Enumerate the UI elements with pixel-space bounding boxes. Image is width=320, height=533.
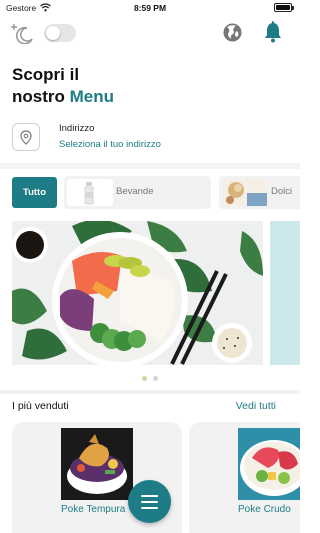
section-divider [0,163,300,169]
category-label: Bevande [116,186,154,197]
moon-icon[interactable] [10,22,36,44]
product-image [61,428,133,500]
battery-icon [274,3,294,12]
select-address-link[interactable]: Seleziona il tuo indirizzo [59,139,161,150]
carousel-dot[interactable] [153,376,158,381]
hamburger-icon [141,495,158,497]
promo-banner-next[interactable] [270,221,300,365]
title-line-2: nostro Menu [12,86,114,108]
poke-bowl-banner-image [12,221,263,365]
product-name: Poke Tempura [61,504,126,515]
title-line-1: Scopri il [12,65,80,84]
carousel-pagination [0,376,300,382]
promo-banner[interactable] [12,221,263,365]
theme-toggle[interactable] [44,24,76,42]
location-pin-icon [20,129,32,145]
bottle-icon [67,179,113,206]
carousel-dot[interactable] [142,376,147,381]
menu-fab-button[interactable] [128,480,171,523]
address-label: Indirizzo [59,123,95,134]
page-title: Scopri il nostro Menu [12,64,114,108]
product-card[interactable]: Poke Crudo [189,422,300,533]
clock: 8:59 PM [133,3,167,13]
category-chip-all[interactable]: Tutto [12,177,57,208]
bestsellers-title: I più venduti [12,400,69,412]
category-chip-drinks[interactable]: Bevande [64,176,211,209]
toggle-knob [46,26,60,40]
hamburger-icon-line [141,501,158,503]
product-name: Poke Crudo [238,504,291,515]
hamburger-icon-line [141,507,158,509]
dessert-icon [222,179,268,206]
status-bar: Gestore 8:59 PM [0,0,300,16]
address-pin-button[interactable] [12,123,40,151]
app-screen: Gestore 8:59 PM Scopri il nostro Menu In… [0,0,300,533]
category-label: Dolci [271,186,293,197]
see-all-link[interactable]: Vedi tutti [236,400,276,412]
section-divider [0,390,300,394]
title-accent: Menu [69,87,115,106]
bell-icon[interactable] [263,21,283,43]
category-chip-desserts[interactable]: Dolci [219,176,300,209]
globe-icon[interactable] [222,22,243,43]
title-plain: nostro [12,87,65,106]
product-image [238,428,300,500]
